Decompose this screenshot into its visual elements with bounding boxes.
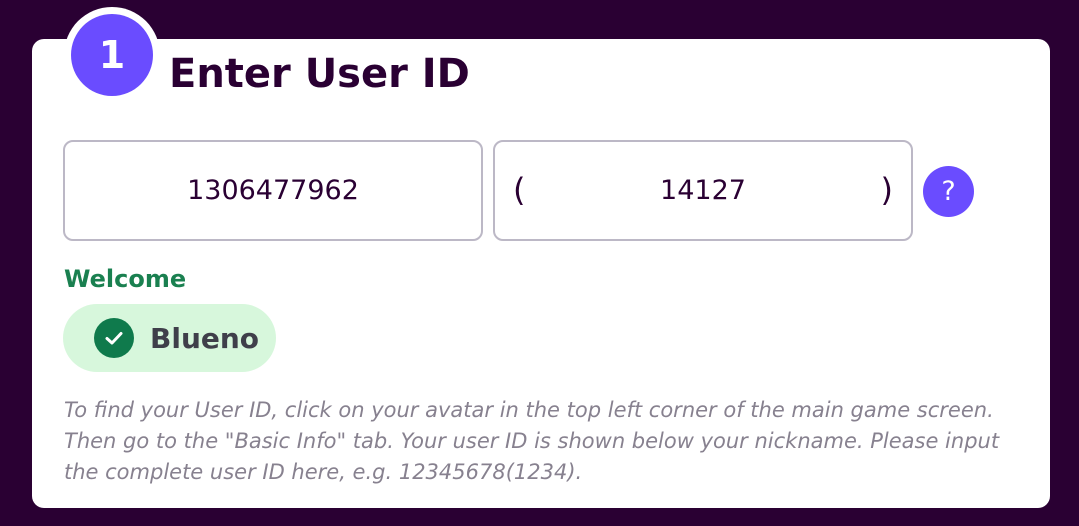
welcome-label: Welcome: [64, 265, 187, 293]
step-title: Enter User ID: [169, 51, 470, 97]
user-id-value: 1306477962: [187, 174, 359, 206]
help-text: To find your User ID, click on your avat…: [64, 398, 1000, 484]
server-id-value: 14127: [660, 174, 746, 206]
help-button[interactable]: ?: [923, 166, 974, 217]
check-circle-icon: [94, 318, 134, 358]
server-id-input[interactable]: ( 14127 ): [493, 140, 913, 241]
close-paren: ): [880, 171, 893, 209]
step-number-badge: 1: [71, 14, 153, 96]
username: Blueno: [150, 321, 260, 355]
open-paren: (: [513, 171, 526, 209]
user-id-input[interactable]: 1306477962: [63, 140, 483, 241]
question-mark-icon: ?: [941, 176, 956, 207]
verified-user-chip: Blueno: [63, 304, 276, 372]
